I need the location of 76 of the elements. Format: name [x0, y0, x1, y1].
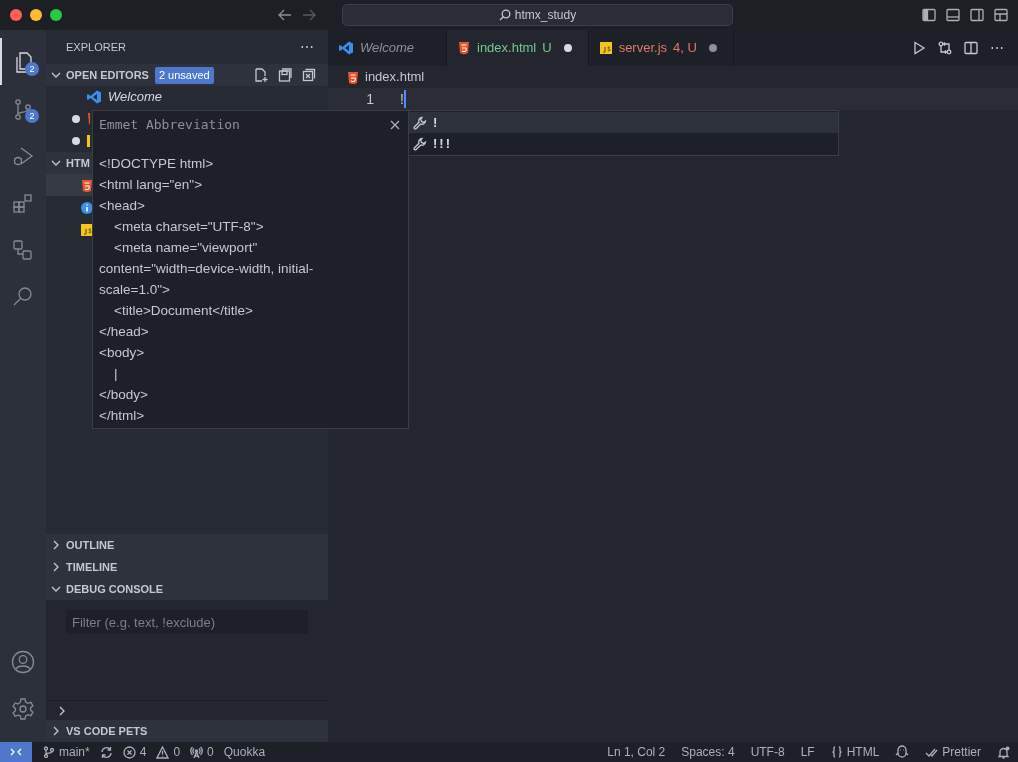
search-icon	[498, 9, 511, 21]
js-file-icon	[80, 222, 93, 236]
info-icon	[80, 200, 93, 214]
vscode-logo-icon	[86, 89, 102, 105]
status-item[interactable]: Prettier	[920, 742, 986, 762]
badge: 2	[25, 62, 39, 76]
more-actions-button[interactable]: ⋯	[300, 36, 314, 58]
customize-layout-icon[interactable]	[994, 8, 1008, 22]
toggle-secondary-sidebar-icon[interactable]	[970, 8, 984, 22]
remote-icon	[10, 746, 22, 758]
zoom-button[interactable]	[50, 9, 62, 21]
breadcrumb[interactable]: index.html	[365, 67, 425, 87]
status-item[interactable]: 0	[151, 742, 186, 762]
open-editor-item[interactable]: Welcome	[108, 87, 162, 107]
more-actions-button[interactable]: ⋯	[990, 37, 1004, 59]
error-icon	[122, 745, 136, 759]
sidebar-title: EXPLORER	[66, 39, 126, 55]
vscode-logo-icon	[338, 40, 354, 56]
html-file-icon	[346, 70, 359, 84]
status-item[interactable]: 0	[185, 742, 219, 762]
save-all-icon[interactable]	[278, 68, 292, 82]
code-preview: <!DOCTYPE html> <html lang="en"> <head> <meta charset="UTF-8"> <meta name="viewport" content="width=device-width, initial-scale=1.0"> <title>Document</title> </head> <body> | </body> </html>	[99, 155, 315, 425]
antenna-icon	[190, 745, 204, 759]
code-text: !	[400, 89, 404, 109]
activity-bar-button[interactable]: 2	[0, 85, 46, 132]
toggle-sidebar-icon[interactable]	[922, 8, 936, 22]
line-number: 1	[365, 89, 374, 109]
status-item[interactable]: 4	[117, 742, 152, 762]
unsaved-badge: 2 unsaved	[154, 66, 214, 84]
wrench-icon	[413, 115, 427, 130]
html-file-icon	[457, 41, 471, 55]
run-icon[interactable]	[912, 41, 926, 55]
settings-icon[interactable]	[11, 696, 35, 721]
close-all-icon[interactable]	[302, 68, 316, 82]
remote-explorer-icon	[11, 237, 35, 262]
branch-icon	[43, 746, 55, 758]
suggestion-item[interactable]: !	[409, 112, 838, 133]
compare-changes-icon[interactable]	[938, 41, 952, 55]
wrench-icon	[413, 136, 427, 151]
account-icon[interactable]	[11, 649, 35, 674]
js-file-icon	[598, 41, 613, 55]
sync-icon[interactable]	[99, 745, 113, 759]
back-arrow-icon[interactable]	[278, 8, 292, 22]
badge: 2	[25, 109, 39, 123]
filter-field[interactable]: Filter (e.g. text, !exclude)	[66, 610, 308, 634]
warning-icon	[156, 745, 170, 759]
status-item[interactable]: UTF-8	[745, 742, 790, 762]
command-center-search[interactable]: htmx_study	[342, 4, 733, 26]
file-row[interactable]	[46, 174, 92, 196]
new-file-icon[interactable]	[254, 68, 268, 82]
text-cursor	[403, 90, 406, 108]
section-header[interactable]: DEBUG CONSOLE	[46, 578, 328, 600]
toggle-panel-icon[interactable]	[946, 8, 960, 22]
close-icon[interactable]	[390, 120, 400, 130]
forward-arrow-icon[interactable]	[302, 8, 316, 22]
status-item[interactable]: Spaces: 4	[676, 742, 740, 762]
section-header[interactable]: VS CODE PETS	[46, 720, 328, 742]
status-item[interactable]: main*	[38, 742, 95, 762]
section-header[interactable]: TIMELINE	[46, 556, 328, 578]
js-file-icon	[86, 134, 90, 148]
html-file-icon	[80, 178, 93, 192]
editor-tab[interactable]: index.html U	[447, 30, 589, 66]
status-item[interactable]: HTML	[825, 742, 885, 762]
notification-bell-icon[interactable]	[997, 745, 1010, 759]
status-item[interactable]: LF	[795, 742, 820, 762]
details-title: Emmet Abbreviation	[99, 116, 240, 135]
suggestion-item[interactable]: !!!	[409, 133, 838, 154]
section-header[interactable]: OUTLINE	[46, 534, 328, 556]
feedback-icon[interactable]	[895, 745, 910, 759]
section-header[interactable]: OPEN EDITORS 2 unsaved	[46, 64, 328, 86]
status-item[interactable]: Quokka	[218, 742, 271, 762]
braces-icon	[830, 746, 843, 758]
close-button[interactable]	[10, 9, 22, 21]
minimize-button[interactable]	[30, 9, 42, 21]
status-item[interactable]: Ln 1, Col 2	[602, 742, 671, 762]
split-editor-icon[interactable]	[964, 41, 978, 55]
